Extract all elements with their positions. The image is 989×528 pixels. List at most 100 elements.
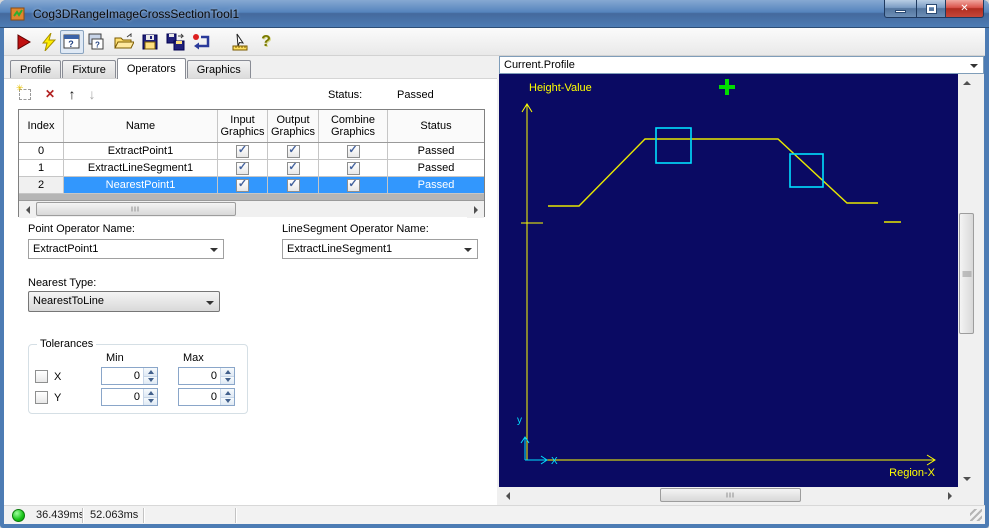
table-h-scrollbar[interactable] <box>19 200 484 218</box>
tolerance-x-min-spinner[interactable]: 0 <box>101 367 158 385</box>
tolerance-x-max-spinner[interactable]: 0 <box>178 367 235 385</box>
save-as-icon <box>166 33 185 51</box>
column-header-output[interactable]: Output Graphics <box>268 110 319 142</box>
tolerance-y-max-spinner[interactable]: 0 <box>178 388 235 406</box>
window-question-icon: ? <box>63 34 80 49</box>
tab-operators[interactable]: Operators <box>116 58 186 79</box>
table-header: Index Name Input Graphics Output Graphic… <box>19 110 484 143</box>
display-v-scrollbar[interactable] <box>958 74 976 487</box>
index-cell[interactable]: 1 <box>19 160 64 176</box>
move-operator-up-button[interactable]: ↑ <box>63 85 81 103</box>
column-header-name[interactable]: Name <box>64 110 218 142</box>
table-h-scroll-thumb[interactable] <box>36 202 236 216</box>
scroll-down-icon <box>963 476 971 485</box>
point-operator-combobox[interactable]: ExtractPoint1 <box>28 239 224 259</box>
spin-up-icon[interactable] <box>144 368 157 377</box>
min-header: Min <box>106 352 124 364</box>
save-floppy-icon <box>142 34 158 50</box>
graphics-checkbox[interactable]: ✓ <box>268 160 319 176</box>
operator-row-ExtractLineSegment1[interactable]: 1 ExtractLineSegment1 ✓ ✓ ✓ Passed <box>19 160 484 177</box>
nearest-type-combobox[interactable]: NearestToLine <box>28 291 220 312</box>
tab-fixture[interactable]: Fixture <box>62 60 116 78</box>
save-button[interactable] <box>138 30 162 54</box>
status-cell[interactable]: Passed <box>388 177 484 193</box>
graphics-checkbox[interactable]: ✓ <box>319 160 388 176</box>
column-header-input[interactable]: Input Graphics <box>218 110 268 142</box>
spin-up-icon[interactable] <box>144 389 157 398</box>
close-button[interactable]: ✕ <box>946 0 984 18</box>
svg-text:?: ? <box>95 41 100 50</box>
linesegment-operator-combobox[interactable]: ExtractLineSegment1 <box>282 239 478 259</box>
display-panel: Current.Profile Height-Value Region-X Xy <box>497 56 984 505</box>
tolerance-x-checkbox[interactable] <box>35 370 48 383</box>
column-header-combine[interactable]: Combine Graphics <box>319 110 388 142</box>
operator-row-ExtractPoint1[interactable]: 0 ExtractPoint1 ✓ ✓ ✓ Passed <box>19 143 484 160</box>
display-h-scrollbar[interactable] <box>499 487 958 504</box>
reset-button[interactable] <box>190 30 214 54</box>
float-controls-button[interactable]: ? <box>84 30 108 54</box>
close-icon: ✕ <box>960 3 969 14</box>
status-cell[interactable]: Passed <box>388 160 484 176</box>
open-file-button[interactable] <box>112 30 136 54</box>
left-panel: Profile Fixture Operators Graphics ✳ ✕ ↑… <box>4 56 497 505</box>
save-as-button[interactable] <box>164 30 188 54</box>
scroll-left-icon <box>502 491 510 500</box>
graphics-checkbox[interactable]: ✓ <box>268 143 319 159</box>
name-cell[interactable]: ExtractPoint1 <box>64 143 218 159</box>
new-item-icon: ✳ <box>16 83 31 100</box>
spin-up-icon[interactable] <box>221 368 234 377</box>
spin-down-icon[interactable] <box>144 397 157 405</box>
index-cell[interactable]: 2 <box>19 177 64 193</box>
spin-down-icon[interactable] <box>221 376 234 384</box>
tolerance-y-max-value[interactable]: 0 <box>179 389 220 405</box>
minimize-button[interactable] <box>884 0 917 18</box>
display-h-scroll-thumb[interactable] <box>660 488 801 502</box>
spin-down-icon[interactable] <box>144 376 157 384</box>
operators-tab-page: ✳ ✕ ↑ ↓ Status: Passed Index Name Input … <box>4 78 497 505</box>
record-selector-combobox[interactable]: Current.Profile <box>499 56 984 74</box>
resize-grip-icon[interactable] <box>970 509 982 521</box>
maximize-icon <box>925 3 937 14</box>
tolerance-x-max-value[interactable]: 0 <box>179 368 220 384</box>
name-cell[interactable]: ExtractLineSegment1 <box>64 160 218 176</box>
operator-row-NearestPoint1[interactable]: 2 NearestPoint1 ✓ ✓ ✓ Passed <box>19 177 484 194</box>
tolerance-y-min-value[interactable]: 0 <box>102 389 143 405</box>
spin-up-icon[interactable] <box>221 389 234 398</box>
svg-text:Height-Value: Height-Value <box>529 82 592 94</box>
spin-down-icon[interactable] <box>221 397 234 405</box>
move-operator-down-button[interactable]: ↓ <box>83 85 101 103</box>
graphics-checkbox[interactable]: ✓ <box>319 143 388 159</box>
titlebar[interactable]: Cog3DRangeImageCrossSectionTool1 ✕ <box>0 0 989 28</box>
status-label: Status: <box>328 89 363 101</box>
graphics-checkbox[interactable]: ✓ <box>319 177 388 193</box>
index-cell[interactable]: 0 <box>19 143 64 159</box>
tolerances-title: Tolerances <box>37 338 97 350</box>
graphics-checkbox[interactable]: ✓ <box>268 177 319 193</box>
chevron-down-icon <box>464 248 472 256</box>
profile-display[interactable]: Height-Value Region-X Xy <box>499 74 958 487</box>
tab-graphics[interactable]: Graphics <box>186 60 251 78</box>
name-cell[interactable]: NearestPoint1 <box>64 177 218 193</box>
column-header-status[interactable]: Status <box>388 110 484 142</box>
status-cell[interactable]: Passed <box>388 143 484 159</box>
display-v-scroll-thumb[interactable] <box>959 213 974 334</box>
maximize-button[interactable] <box>917 0 946 18</box>
electric-run-button[interactable] <box>37 30 61 54</box>
delete-operator-button[interactable]: ✕ <box>41 85 59 103</box>
add-operator-button[interactable]: ✳ <box>16 83 34 103</box>
arrow-down-icon: ↓ <box>88 86 96 102</box>
tolerance-x-min-value[interactable]: 0 <box>102 368 143 384</box>
tab-profile[interactable]: Profile <box>10 60 62 78</box>
electric-pointer-button[interactable] <box>228 30 252 54</box>
help-button[interactable]: ? <box>254 30 278 54</box>
tolerance-y-min-spinner[interactable]: 0 <box>101 388 158 406</box>
show-controls-button[interactable]: ? <box>60 30 84 54</box>
run-button[interactable] <box>12 30 36 54</box>
tolerance-y-checkbox[interactable] <box>35 391 48 404</box>
point-operator-label: Point Operator Name: <box>28 223 135 235</box>
graphics-checkbox[interactable]: ✓ <box>218 160 268 176</box>
graphics-checkbox[interactable]: ✓ <box>218 143 268 159</box>
float-window-icon: ? <box>88 33 104 50</box>
graphics-checkbox[interactable]: ✓ <box>218 177 268 193</box>
column-header-index[interactable]: Index <box>19 110 64 142</box>
